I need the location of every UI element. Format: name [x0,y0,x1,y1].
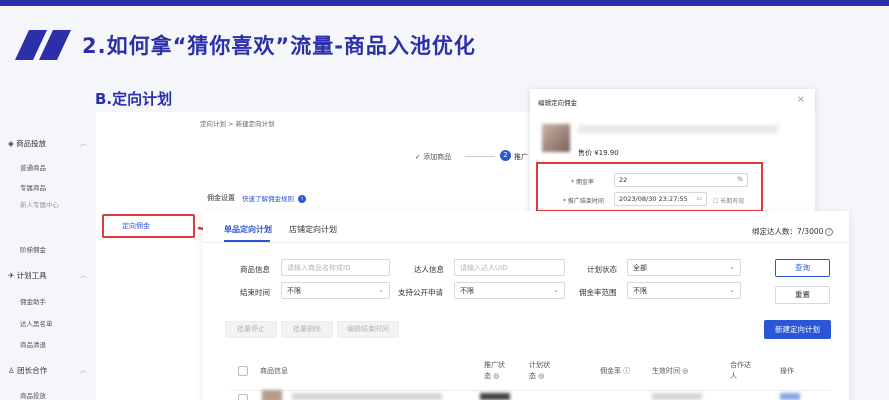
public-apply-label: 支持公开申请 [398,288,443,297]
bound-talent-count: 绑定达人数：7/3000? [752,226,834,237]
th-commission-rate: 佣金率 ⓘ [600,367,631,375]
sidebar-group-leader[interactable]: ♙ 团长合作 [8,365,47,376]
step-number-2: 2 [500,150,511,161]
chevron-down-icon: ⌄ [553,286,559,294]
sidebar-item-exclusive[interactable]: 专属商品 [20,182,46,192]
plan-status-label: 计划状态 [587,265,617,274]
users-icon: ♙ [8,366,18,375]
sidebar-group-product[interactable]: ◈ 商品投放 [8,138,46,149]
sidebar-item-normal[interactable]: 普通商品 [20,162,46,172]
row-action-blurred[interactable] [780,393,800,400]
chevron-down-icon: ⌄ [729,286,735,294]
row-time-blurred [652,393,702,400]
dialog-title: 编辑定向佣金 [538,99,577,107]
select-all-checkbox[interactable] [238,366,248,376]
batch-delete-button[interactable]: 批量删除 [281,321,333,338]
product-search-input[interactable]: 请输入商品名称或ID [281,259,390,276]
th-actions: 操作 [780,367,794,375]
info-icon: ⓘ [623,367,631,375]
section-title: B.定向计划 [95,90,173,108]
help-icon[interactable]: ? [825,228,834,236]
th-plan-status: 计划状态 ◎ [529,361,550,380]
end-time-select[interactable]: 不限 ⌄ [281,282,390,299]
sidebar-item-newcomer[interactable]: 新人专属中心 [20,199,59,209]
new-plan-button[interactable]: 新建定向计划 [764,320,831,339]
highlight-box-dialog [536,162,763,212]
row-status-blurred [480,393,510,400]
step-promote: 推广 [514,153,528,161]
product-price: 售价 ¥19.90 [578,149,619,157]
reset-button[interactable]: 重置 [775,286,830,304]
sidebar-item-assistant[interactable]: 佣金助手 [20,296,46,306]
sidebar-group-tools[interactable]: ✈ 计划工具 [8,270,47,281]
rocket-icon: ✈ [8,271,17,280]
breadcrumb: 定向计划 > 新建定向计划 [200,120,275,128]
commission-setting-label: 佣金设置 [207,194,235,202]
row-checkbox[interactable] [238,394,248,400]
product-name-blurred [578,125,778,133]
chevron-down-icon: ⌄ [729,263,735,271]
end-time-filter-label: 结束时间 [240,288,270,297]
sidebar-item-leader-product[interactable]: 商品投放 [20,390,46,400]
sidebar-item-targeted-highlight[interactable]: 定向佣金 [102,214,195,238]
rate-range-select[interactable]: 不限 ⌄ [627,282,741,299]
sort-icon[interactable]: ◎ [682,367,688,375]
chevron-up-icon[interactable]: ︿ [80,270,87,280]
sidebar [96,122,196,400]
slide-title: 2.如何拿“猜你喜欢”流量-商品入池优化 [82,34,476,58]
sidebar-item-clearance[interactable]: 商品清退 [20,339,46,349]
product-thumbnail [542,124,570,152]
sort-icon[interactable]: ◎ [538,372,544,380]
edit-end-time-button[interactable]: 编辑结束时间 [337,321,399,338]
tab-divider [203,242,849,243]
row-thumbnail [262,390,282,400]
shield-icon: ◈ [8,139,17,148]
info-icon: i [298,195,307,203]
batch-stop-button[interactable]: 批量停止 [225,321,277,338]
public-apply-select[interactable]: 不限 ⌄ [454,282,565,299]
tab-shop[interactable]: 店铺定向计划 [289,224,337,235]
tab-single-product[interactable]: 单品定向计划 [224,224,272,235]
query-button[interactable]: 查询 [775,259,830,277]
close-icon[interactable]: × [797,94,805,105]
talent-search-input[interactable]: 请输入达人UID [454,259,565,276]
sidebar-item-targeted[interactable]: 定向佣金 [122,221,150,231]
step-connector [465,156,495,157]
top-accent-bar [0,0,889,6]
product-info-label: 商品信息 [240,265,270,274]
th-effective-time: 生效时间 ◎ [652,367,689,375]
step-add-product: ✓ 添加商品 [415,153,452,161]
rate-range-label: 佣金率范围 [579,288,617,297]
sort-icon[interactable]: ◎ [493,372,499,380]
th-cooperating-talent: 合作达人 [730,361,751,380]
th-promotion-status: 推广状态 ◎ [484,361,505,380]
sidebar-item-blacklist[interactable]: 达人黑名单 [20,318,53,328]
commission-rules-link[interactable]: 快速了解佣金规则 i [242,193,307,203]
th-product-info: 商品信息 [260,367,288,375]
sidebar-item-tiered[interactable]: 阶梯佣金 [20,244,46,254]
chevron-down-icon: ⌄ [378,286,384,294]
table-header-divider [230,390,830,391]
plan-status-select[interactable]: 全部 ⌄ [627,259,741,276]
chevron-up-icon[interactable]: ︿ [80,138,87,148]
check-icon: ✓ [415,153,424,161]
talent-info-label: 达人信息 [414,265,444,274]
row-product-blurred [292,393,442,400]
chevron-up-icon[interactable]: ︿ [80,365,87,375]
